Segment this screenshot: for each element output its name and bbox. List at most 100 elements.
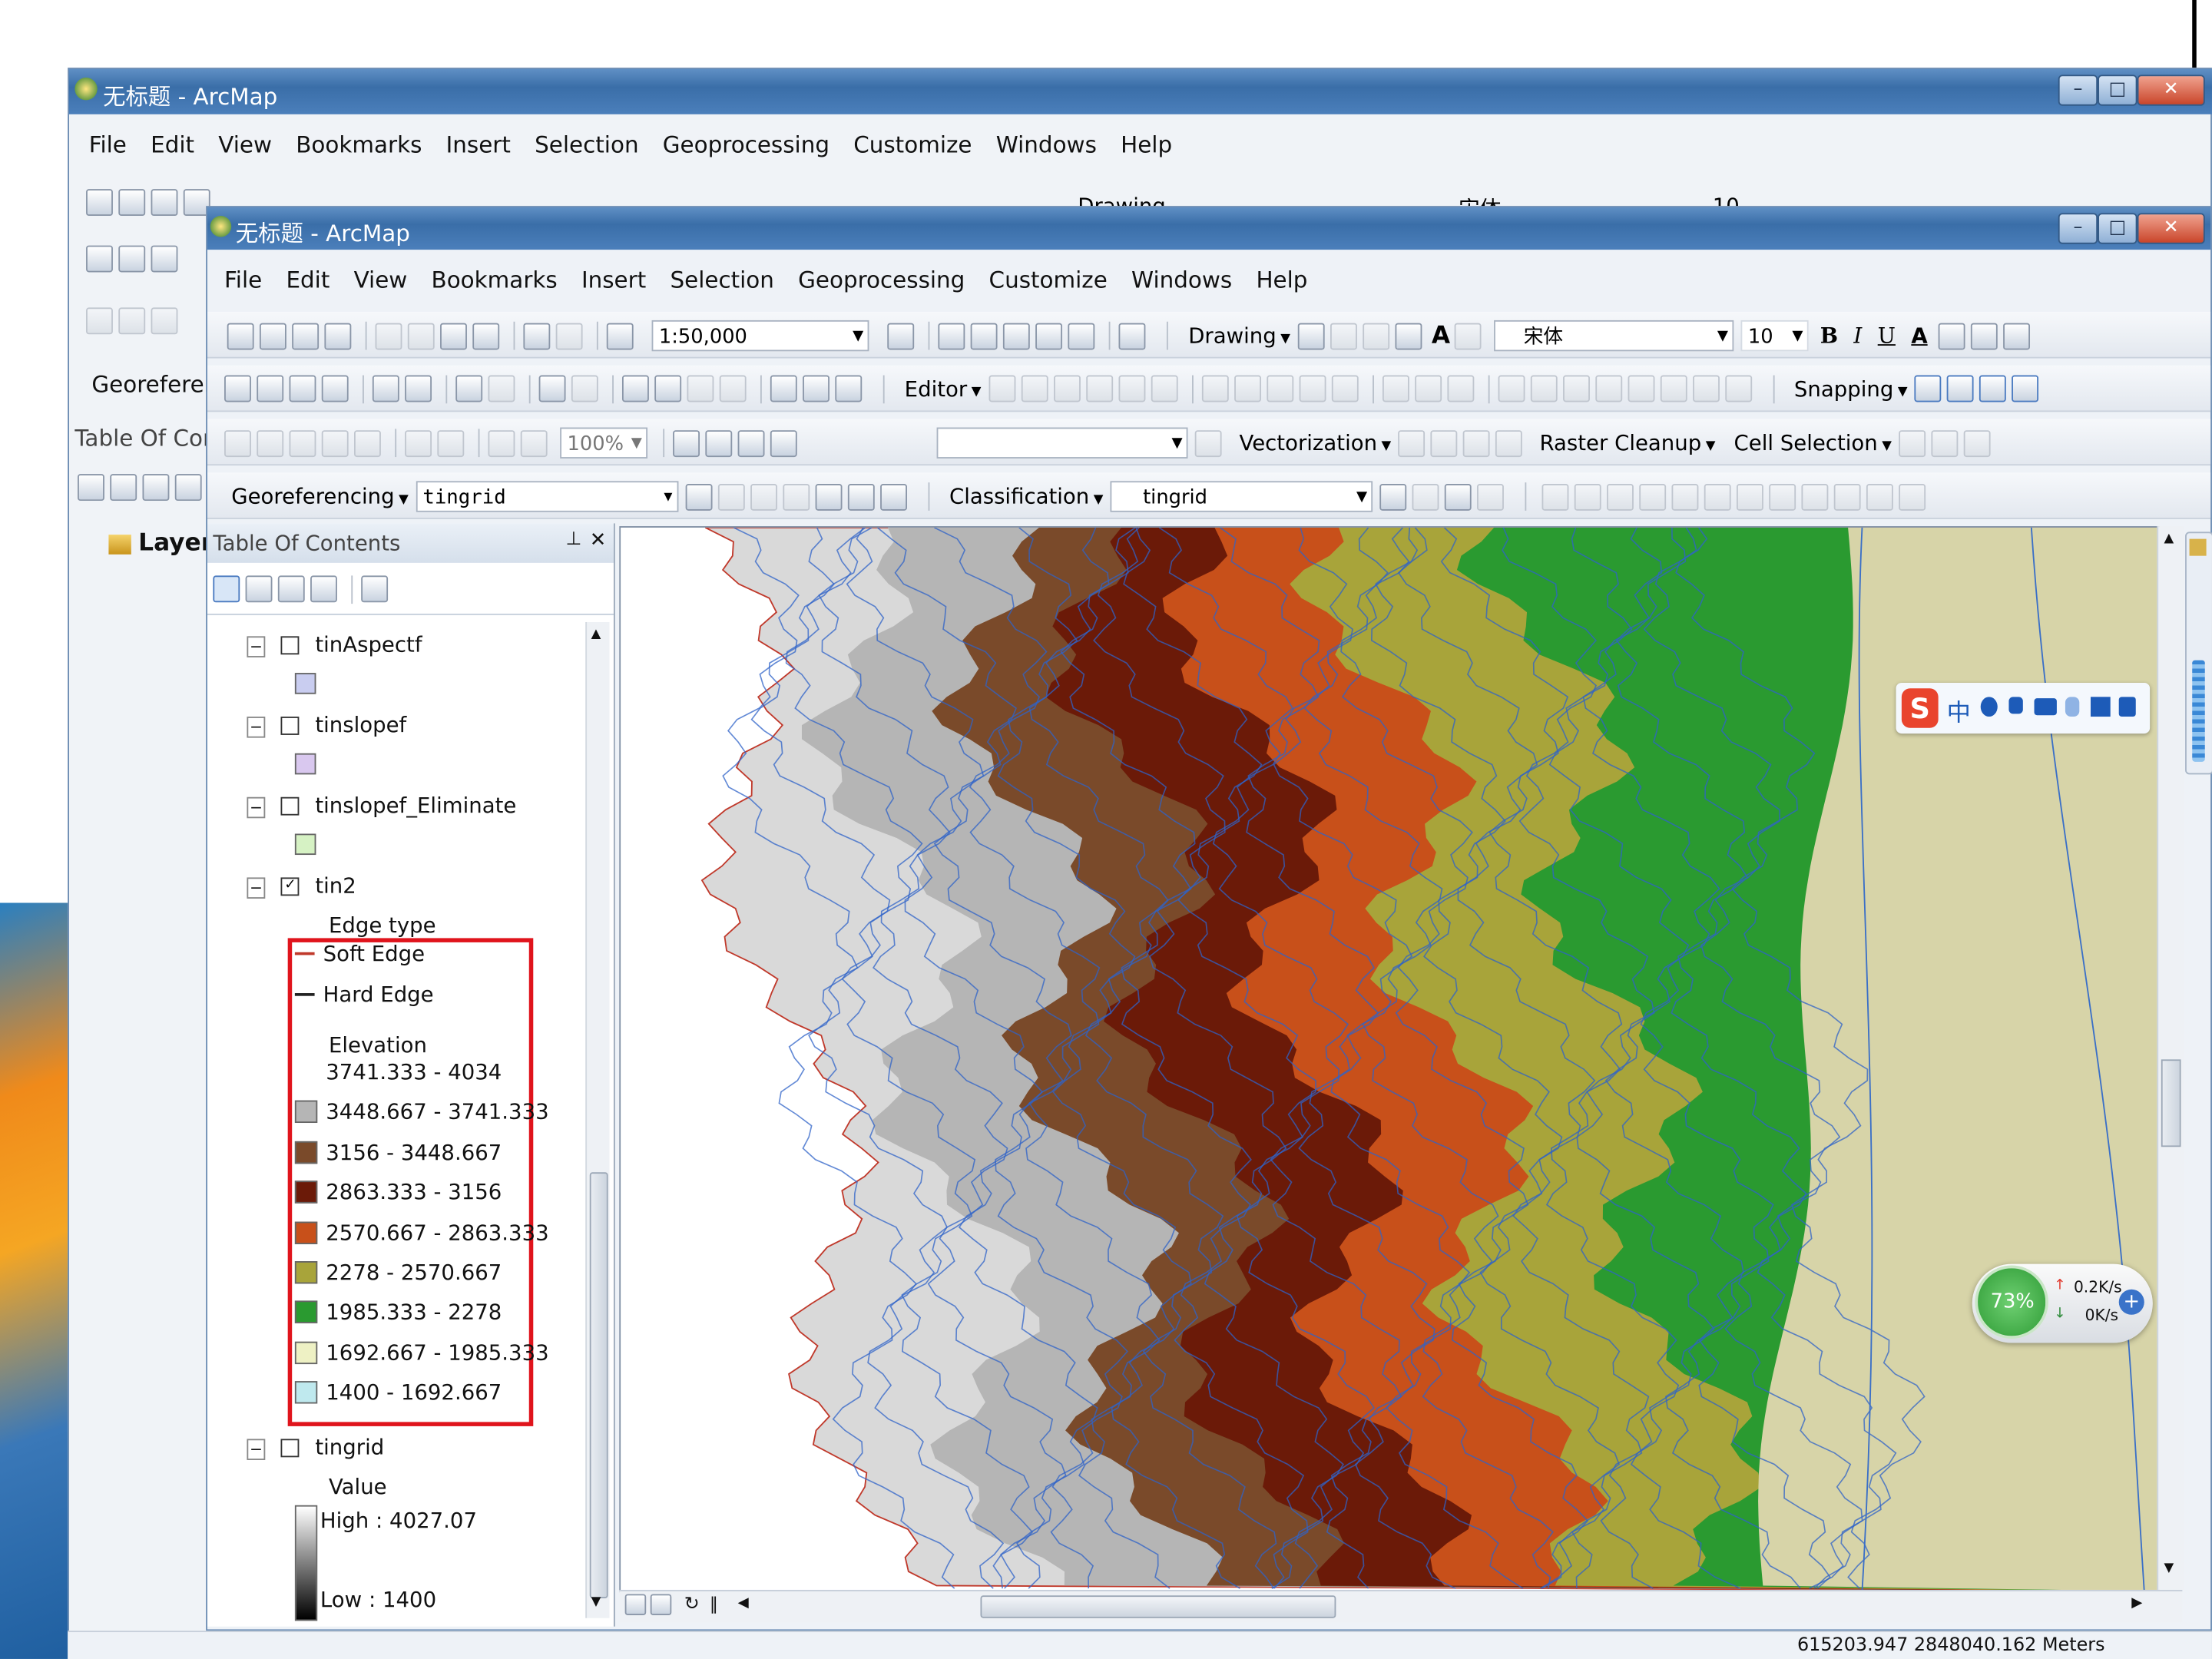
back-menu-selection[interactable]: Selection bbox=[535, 131, 638, 158]
full-extent-icon[interactable] bbox=[321, 375, 349, 402]
back-menu-file[interactable]: File bbox=[89, 131, 127, 158]
redo-icon[interactable] bbox=[555, 322, 583, 349]
vertex-snapping-icon[interactable] bbox=[1979, 375, 2007, 402]
list-by-source-icon[interactable] bbox=[245, 575, 273, 603]
toc-options-icon[interactable] bbox=[361, 575, 389, 603]
list-by-drawing-order-icon[interactable] bbox=[213, 575, 240, 603]
layer-checkbox-checked[interactable]: ✓ bbox=[281, 877, 300, 896]
print-icon[interactable] bbox=[324, 322, 352, 349]
map-view[interactable]: S 中 73% ↑ 0.2K/s ↓ 0K/s + bbox=[619, 526, 2160, 1593]
layer-row-tin2[interactable]: − ✓ tin2 bbox=[247, 872, 356, 899]
add-icon[interactable]: + bbox=[2118, 1289, 2144, 1315]
menu-insert[interactable]: Insert bbox=[581, 267, 646, 293]
data-driven-pages-icon[interactable] bbox=[770, 429, 798, 457]
vectorization-layer-combo[interactable]: ▼ bbox=[937, 427, 1189, 459]
back-menu-customize[interactable]: Customize bbox=[853, 131, 972, 158]
draw-polygon-icon[interactable] bbox=[1445, 483, 1472, 510]
toggle-draft-icon[interactable] bbox=[673, 429, 700, 457]
add-data-icon[interactable] bbox=[606, 322, 634, 349]
classification-menu[interactable]: Classification bbox=[949, 484, 1089, 509]
elevation-class-row[interactable]: 2863.333 - 3156 bbox=[294, 1175, 502, 1209]
layer-checkbox[interactable] bbox=[281, 636, 300, 655]
font-color-button[interactable]: A bbox=[1911, 323, 1927, 349]
minimize-button[interactable]: – bbox=[2058, 213, 2098, 244]
scroll-down-icon[interactable]: ▼ bbox=[591, 1595, 601, 1609]
snapping-menu[interactable]: Snapping bbox=[1794, 376, 1893, 401]
layout-zoom-combo[interactable]: 100% ▼ bbox=[560, 427, 648, 459]
collapse-toggle-icon[interactable]: − bbox=[247, 636, 266, 657]
html-popup-icon[interactable] bbox=[719, 375, 747, 402]
fill-color-icon[interactable] bbox=[1939, 322, 1966, 349]
back-zoom-out-icon[interactable] bbox=[118, 245, 146, 273]
elevation-class-row[interactable]: 3741.333 - 4034 bbox=[294, 1055, 502, 1089]
collapse-toggle-icon[interactable]: − bbox=[247, 1439, 266, 1460]
map-vertical-thumb[interactable] bbox=[2161, 1059, 2181, 1147]
measure-icon[interactable] bbox=[770, 375, 797, 402]
back-list-by-source-icon[interactable] bbox=[110, 474, 137, 502]
select-link-icon[interactable] bbox=[750, 483, 777, 510]
cell-selection-menu[interactable]: Cell Selection bbox=[1734, 430, 1878, 455]
hyperlink-icon[interactable] bbox=[687, 375, 714, 402]
elevation-swatch[interactable] bbox=[294, 1261, 318, 1284]
callout-icon[interactable] bbox=[1454, 322, 1482, 349]
ime-mode-label[interactable]: 中 bbox=[1947, 693, 1971, 728]
layer-row-tinslopef[interactable]: − tinslopef bbox=[247, 711, 406, 738]
delete-icon[interactable] bbox=[472, 322, 500, 349]
elevation-swatch[interactable] bbox=[294, 1181, 318, 1204]
menu-view[interactable]: View bbox=[354, 267, 408, 293]
add-control-points-icon[interactable] bbox=[685, 483, 713, 510]
layer-checkbox[interactable] bbox=[281, 796, 300, 816]
toc-pin-icon[interactable]: ⊥ bbox=[566, 529, 582, 551]
cut-icon[interactable] bbox=[375, 322, 402, 349]
refresh-icon[interactable]: ↻ bbox=[684, 1594, 700, 1615]
rotate-icon[interactable] bbox=[1330, 322, 1357, 349]
keyboard-icon[interactable] bbox=[2034, 698, 2057, 716]
fixed-zoom-out-icon[interactable] bbox=[405, 375, 432, 402]
stretch-color-ramp[interactable] bbox=[294, 1505, 318, 1621]
identify-icon[interactable] bbox=[654, 375, 682, 402]
elevation-class-row[interactable]: 2278 - 2570.667 bbox=[294, 1256, 502, 1290]
search-window-icon[interactable] bbox=[1003, 322, 1031, 349]
find-route-icon[interactable] bbox=[835, 375, 863, 402]
auto-registration-icon[interactable] bbox=[717, 483, 745, 510]
back-open-icon[interactable] bbox=[118, 189, 146, 217]
pause-drawing-icon[interactable]: ‖ bbox=[710, 1594, 718, 1614]
menu-selection[interactable]: Selection bbox=[670, 267, 773, 293]
back-minimize-button[interactable]: – bbox=[2058, 75, 2098, 106]
layer-row-tingrid[interactable]: − tingrid bbox=[247, 1433, 384, 1460]
arctoolbox-icon[interactable] bbox=[1035, 322, 1063, 349]
tools-icon[interactable] bbox=[2118, 697, 2136, 717]
zoom-in-icon[interactable] bbox=[224, 375, 251, 402]
elevation-class-row[interactable]: 1985.333 - 2278 bbox=[294, 1296, 502, 1330]
menu-customize[interactable]: Customize bbox=[989, 267, 1108, 293]
list-by-visibility-icon[interactable] bbox=[277, 575, 305, 603]
toc-scroll-thumb[interactable] bbox=[589, 1172, 608, 1598]
back-menu-view[interactable]: View bbox=[218, 131, 272, 158]
back-zoom-in-icon[interactable] bbox=[86, 245, 113, 273]
vectorization-menu[interactable]: Vectorization bbox=[1239, 430, 1377, 455]
catalog-window-icon[interactable] bbox=[970, 322, 998, 349]
vectorization-settings-icon[interactable] bbox=[1195, 429, 1223, 457]
back-close-button[interactable]: ✕ bbox=[2137, 75, 2205, 106]
map-horizontal-thumb[interactable] bbox=[980, 1595, 1336, 1618]
back-maximize-button[interactable]: □ bbox=[2098, 75, 2137, 106]
layer-checkbox[interactable] bbox=[281, 1439, 300, 1458]
elevation-swatch[interactable] bbox=[294, 1341, 318, 1364]
bold-button[interactable]: B bbox=[1820, 323, 1838, 349]
zoom-whole-page-icon[interactable] bbox=[1362, 322, 1389, 349]
back-title-bar[interactable]: 无标题 - ArcMap – □ ✕ bbox=[68, 68, 2212, 114]
elevation-swatch[interactable] bbox=[294, 1061, 318, 1084]
fixed-zoom-in-icon[interactable] bbox=[372, 375, 399, 402]
underline-button[interactable]: U bbox=[1878, 323, 1896, 349]
training-sample-manager-icon[interactable] bbox=[1379, 483, 1407, 510]
user-icon[interactable] bbox=[2065, 697, 2080, 717]
menu-bookmarks[interactable]: Bookmarks bbox=[432, 267, 558, 293]
catalog-side-tab[interactable] bbox=[2185, 531, 2212, 775]
menu-help[interactable]: Help bbox=[1256, 267, 1307, 293]
back-menu-edit[interactable]: Edit bbox=[151, 131, 194, 158]
close-button[interactable]: ✕ bbox=[2137, 213, 2205, 244]
toc-close-icon[interactable]: ✕ bbox=[590, 529, 607, 551]
elevation-swatch[interactable] bbox=[294, 1381, 318, 1404]
elevation-class-row[interactable]: 3156 - 3448.667 bbox=[294, 1135, 502, 1169]
scroll-up-icon[interactable]: ▲ bbox=[591, 628, 601, 641]
